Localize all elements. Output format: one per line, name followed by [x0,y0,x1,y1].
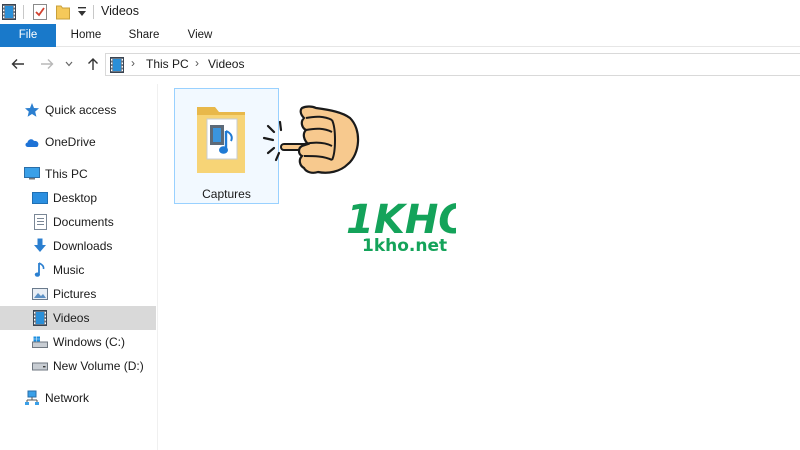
sidebar-item-drive-d[interactable]: New Volume (D:) [0,354,156,378]
video-film-icon [32,310,48,326]
back-button[interactable] [9,54,27,74]
watermark-site: 1kho.net [362,236,448,256]
sidebar-item-label: Pictures [53,287,97,301]
sidebar-item-label: Documents [53,215,114,229]
desktop-icon [32,190,48,206]
drive-d-icon [32,358,48,374]
pointing-hand-icon [246,100,362,183]
breadcrumb-chevron-icon[interactable]: › [195,56,199,70]
recent-locations-button[interactable] [63,54,75,74]
sidebar-item-videos[interactable]: Videos [0,306,156,330]
back-arrow-icon [11,59,24,69]
customize-dropdown-icon[interactable] [77,6,87,21]
toolbar-separator [93,5,94,19]
breadcrumb-videos[interactable]: Videos [208,57,244,71]
up-button[interactable] [84,54,102,74]
toolbar-separator [23,5,24,19]
forward-arrow-icon [41,59,54,69]
tab-view[interactable]: View [172,24,228,47]
sidebar-item-label: Quick access [45,103,117,117]
sidebar-item-label: This PC [45,167,88,181]
folder-label: Captures [202,187,251,201]
tab-share[interactable]: Share [116,24,172,47]
drive-c-icon [32,334,48,350]
sidebar-item-drive-c[interactable]: Windows (C:) [0,330,156,354]
network-icon [24,390,40,406]
sidebar-item-label: OneDrive [45,135,96,149]
sidebar-item-desktop[interactable]: Desktop [0,186,156,210]
new-folder-icon[interactable] [56,4,70,23]
navigation-bar: › This PC › Videos [0,50,800,78]
sidebar-item-label: Windows (C:) [53,335,126,349]
sidebar-item-quick-access[interactable]: Quick access [0,98,156,122]
forward-button[interactable] [38,54,56,74]
sidebar-item-label: Desktop [53,191,98,205]
breadcrumb-this-pc[interactable]: This PC [146,57,189,71]
address-bar[interactable]: › This PC › Videos [105,53,800,76]
watermark-logo: 1KHO [346,193,472,243]
video-film-icon [110,57,124,76]
navigation-pane: Quick access OneDrive This PC Desktop Do… [0,84,158,450]
computer-icon [24,166,40,182]
sidebar-item-this-pc[interactable]: This PC [0,162,156,186]
star-icon [24,102,40,118]
sidebar-item-label: Music [53,263,85,277]
breadcrumb-chevron-icon[interactable]: › [131,56,135,70]
file-list-pane[interactable]: Captures 1KHO 1kho.net [160,80,800,450]
properties-icon[interactable] [33,4,47,23]
sidebar-item-network[interactable]: Network [0,386,156,410]
folder-icon [193,101,249,180]
tab-file[interactable]: File [0,24,56,47]
watermark-logo-text: 1KHO [346,197,456,237]
music-note-icon [32,262,48,278]
sidebar-item-label: Network [45,391,90,405]
sidebar-item-documents[interactable]: Documents [0,210,156,234]
sidebar-item-pictures[interactable]: Pictures [0,282,156,306]
videos-app-icon[interactable] [2,4,16,23]
sidebar-item-label: New Volume (D:) [53,359,144,373]
sidebar-item-label: Videos [53,311,90,325]
chevron-down-icon [65,61,73,67]
pictures-icon [32,286,48,302]
sidebar-item-label: Downloads [53,239,113,253]
download-arrow-icon [32,238,48,254]
up-arrow-icon [88,58,98,70]
sidebar-item-music[interactable]: Music [0,258,156,282]
ribbon-tabs: File Home Share View [0,24,800,47]
tab-home[interactable]: Home [58,24,114,47]
sidebar-item-onedrive[interactable]: OneDrive [0,130,156,154]
title-bar: Videos [0,0,800,24]
documents-icon [32,214,48,230]
window-title: Videos [101,4,139,18]
cloud-icon [24,134,40,150]
sidebar-item-downloads[interactable]: Downloads [0,234,156,258]
